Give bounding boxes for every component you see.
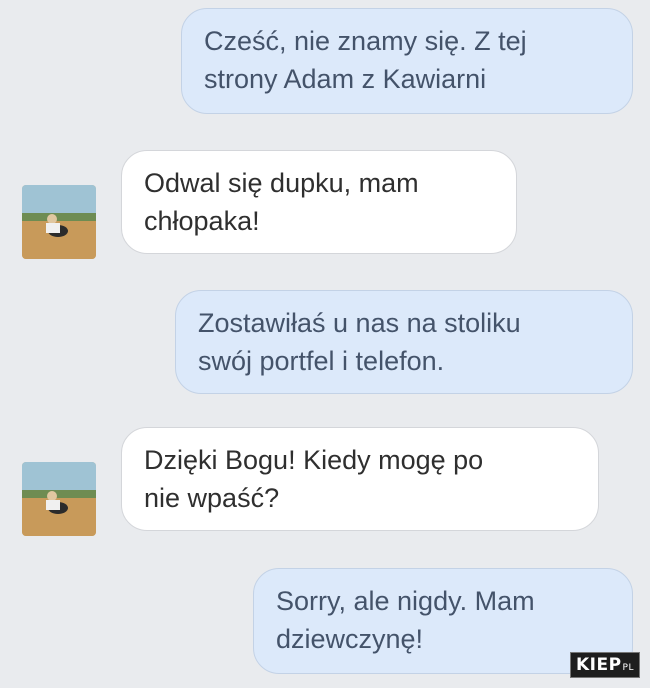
- chat-screen: { "messages": [ {"direction": "outgoing"…: [0, 0, 650, 688]
- avatar-photo-icon: [22, 462, 96, 536]
- contact-avatar[interactable]: [22, 185, 96, 259]
- message-outgoing: Zostawiłaś u nas na stoliku swój portfel…: [175, 290, 633, 394]
- avatar-photo-icon: [22, 185, 96, 259]
- message-incoming: Dzięki Bogu! Kiedy mogę po nie wpaść?: [121, 427, 599, 531]
- message-outgoing: Cześć, nie znamy się. Z tej strony Adam …: [181, 8, 633, 114]
- watermark-logo: KIEPPL: [569, 652, 640, 678]
- message-incoming: Odwal się dupku, mam chłopaka!: [121, 150, 517, 254]
- contact-avatar[interactable]: [22, 462, 96, 536]
